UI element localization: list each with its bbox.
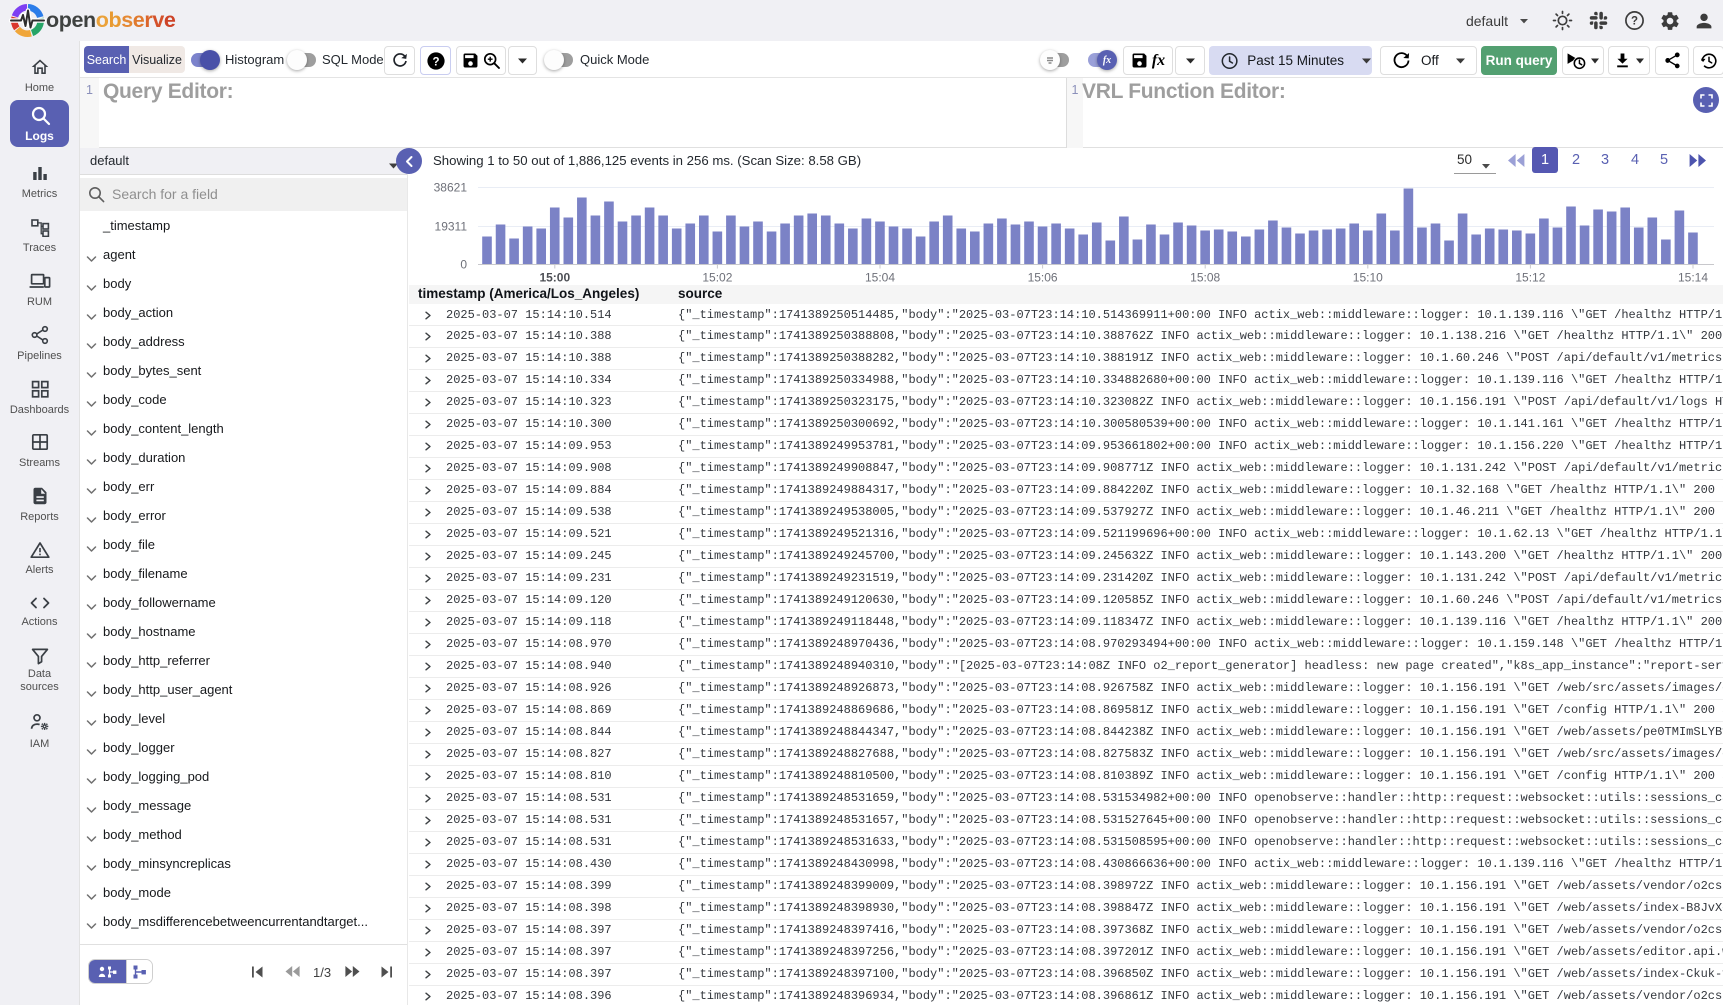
svg-text:?: ? (1630, 16, 1637, 28)
svg-text:15:08: 15:08 (1190, 271, 1220, 285)
svg-text:15:02: 15:02 (702, 271, 732, 285)
svg-text:15:12: 15:12 (1515, 271, 1545, 285)
svg-text:15:04: 15:04 (865, 271, 895, 285)
svg-text:15:14: 15:14 (1678, 271, 1708, 285)
svg-text:15:06: 15:06 (1028, 271, 1058, 285)
svg-text:?: ? (432, 56, 439, 68)
svg-text:0: 0 (460, 258, 467, 272)
svg-text:38621: 38621 (434, 181, 468, 195)
svg-text:15:10: 15:10 (1353, 271, 1383, 285)
svg-text:19311: 19311 (435, 220, 468, 234)
svg-text:15:00: 15:00 (539, 271, 570, 285)
